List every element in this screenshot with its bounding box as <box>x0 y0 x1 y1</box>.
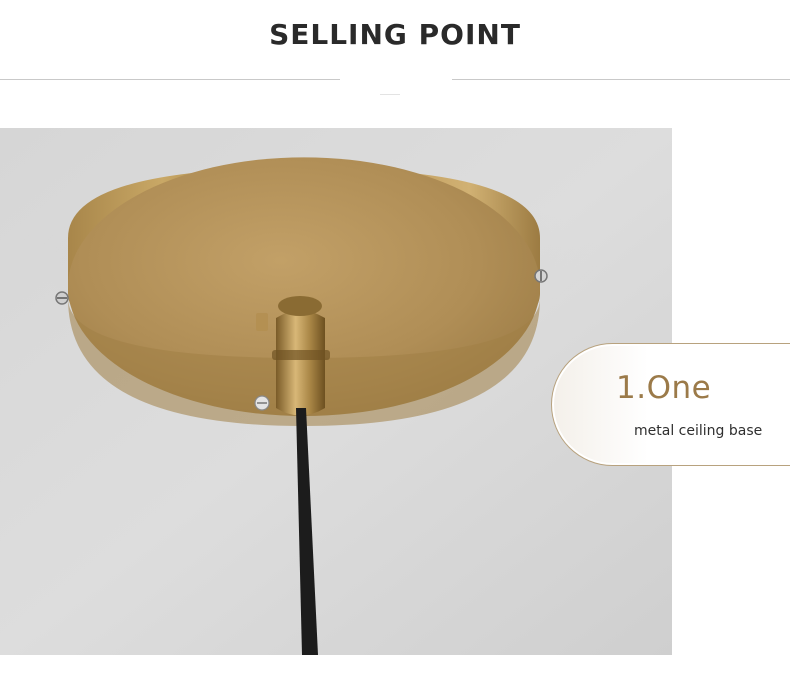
divider-right <box>452 79 790 80</box>
feature-description: metal ceiling base <box>634 423 763 439</box>
feature-title: 1.One <box>616 370 712 406</box>
divider-left <box>0 79 340 80</box>
page-title: SELLING POINT <box>269 18 521 51</box>
feature-callout: 1.One metal ceiling base <box>551 343 790 466</box>
header: SELLING POINT <box>0 0 790 100</box>
divider-accent <box>380 94 400 95</box>
